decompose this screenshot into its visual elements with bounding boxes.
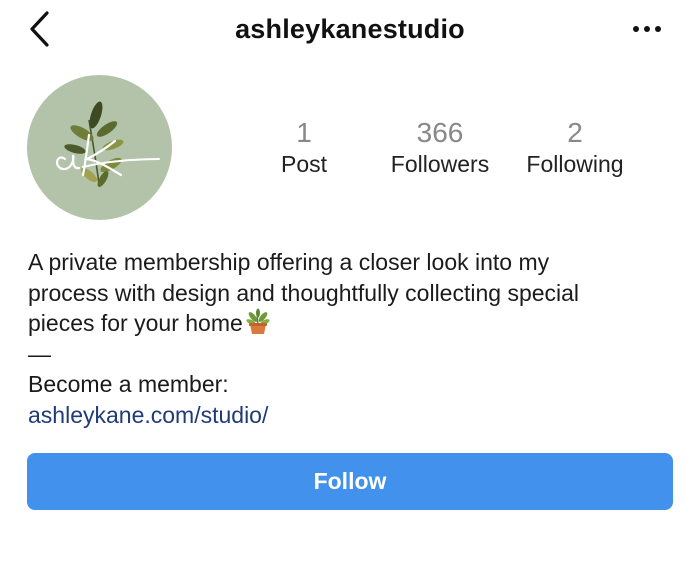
profile-screen: ashleykanestudio 1 Post 366 Followers 2 … xyxy=(0,0,700,565)
follow-button[interactable]: Follow xyxy=(27,453,673,510)
followers-count-value: 366 xyxy=(416,117,464,148)
followers-count-label: Followers xyxy=(390,151,490,177)
posts-count-label: Post xyxy=(280,151,328,177)
bio-line: process with design and thoughtfully col… xyxy=(28,279,580,306)
bio-website-link[interactable]: ashleykane.com/studio/ xyxy=(28,402,268,428)
posts-count[interactable]: 1 Post xyxy=(264,116,344,178)
more-options-button[interactable] xyxy=(632,22,662,36)
bio-line: A private membership offering a closer l… xyxy=(28,249,550,275)
bio-cta: Become a member: xyxy=(28,371,229,397)
profile-bio: A private membership offering a closer l… xyxy=(28,247,678,430)
followers-count[interactable]: 366 Followers xyxy=(380,116,500,178)
bio-divider: — xyxy=(28,340,51,367)
bio-line: pieces for your home xyxy=(28,308,678,339)
following-count[interactable]: 2 Following xyxy=(515,116,635,178)
following-count-label: Following xyxy=(526,151,624,177)
bio-line-text: pieces for your home xyxy=(28,310,243,336)
avatar-leaf-monogram-image xyxy=(56,101,160,187)
profile-username-title: ashleykanestudio xyxy=(235,14,465,44)
more-horizontal-icon xyxy=(633,26,661,32)
potted-plant-icon xyxy=(245,308,271,336)
posts-count-value: 1 xyxy=(296,117,312,148)
following-count-value: 2 xyxy=(567,117,583,148)
profile-avatar[interactable] xyxy=(27,75,172,220)
